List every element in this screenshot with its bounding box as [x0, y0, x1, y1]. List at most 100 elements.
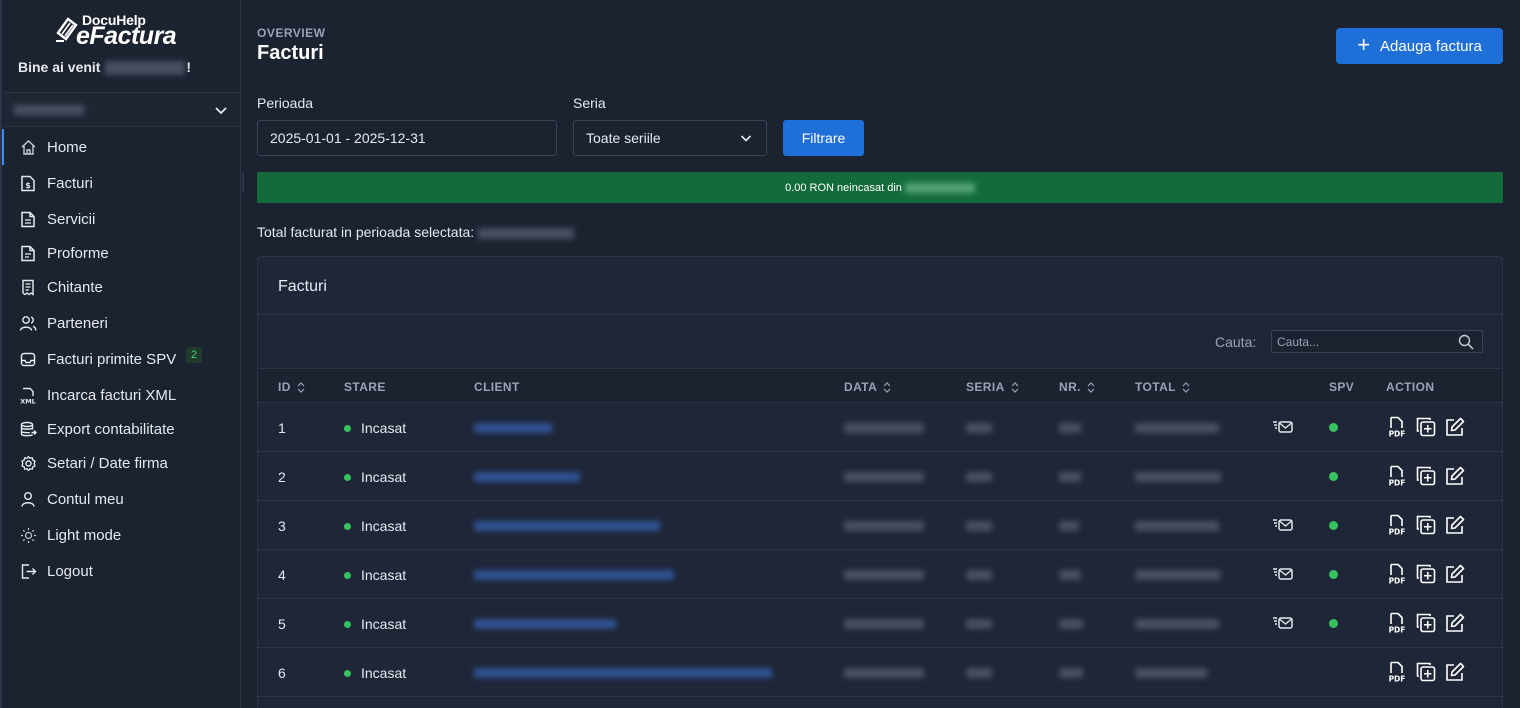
edit-icon[interactable] [1444, 661, 1466, 683]
edit-icon[interactable] [1444, 563, 1466, 585]
breadcrumb: OVERVIEW [257, 26, 326, 40]
client-link-redacted[interactable] [474, 570, 674, 580]
svg-text:PDF: PDF [1389, 577, 1406, 586]
column-label: SPV [1329, 380, 1355, 394]
logout-icon [19, 562, 37, 580]
column-action: ACTION [1386, 380, 1434, 394]
duplicate-icon[interactable] [1415, 612, 1437, 634]
sort-icon [1182, 381, 1190, 393]
svg-text:PDF: PDF [1389, 675, 1406, 684]
pdf-download-icon[interactable]: PDF [1387, 612, 1409, 635]
duplicate-icon[interactable] [1415, 465, 1437, 487]
column-id[interactable]: ID [278, 380, 305, 394]
column-total[interactable]: TOTAL [1135, 380, 1190, 394]
sidebar-item-facturi[interactable]: $ Facturi [2, 165, 244, 201]
period-input[interactable]: 2025-01-01 - 2025-12-31 [257, 120, 557, 156]
pdf-download-icon[interactable]: PDF [1387, 465, 1409, 488]
pdf-download-icon[interactable]: PDF [1387, 563, 1409, 586]
table-row: 2 Incasat PDF [258, 452, 1502, 501]
row-id: 6 [278, 665, 286, 681]
svg-text:$: $ [25, 181, 31, 190]
status-label: Incasat [361, 469, 407, 485]
date-redacted [844, 619, 924, 629]
series-select[interactable]: Toate seriile [573, 120, 767, 156]
card-title: Facturi [278, 278, 327, 295]
sidebar-item-chitante[interactable]: Chitante [2, 269, 241, 305]
date-redacted [844, 668, 924, 678]
row-status: Incasat [344, 518, 406, 534]
sidebar-item-setari[interactable]: Setari / Date firma [2, 445, 241, 481]
sidebar-item-facturi-primite-spv[interactable]: Facturi primite SPV 2 [2, 341, 241, 377]
edit-icon[interactable] [1444, 416, 1466, 438]
column-nr[interactable]: NR. [1059, 380, 1095, 394]
client-link-redacted[interactable] [474, 668, 772, 678]
sidebar-item-label: Light mode [47, 526, 122, 544]
client-link-redacted[interactable] [474, 423, 552, 433]
status-dot [344, 620, 351, 628]
edit-icon[interactable] [1444, 465, 1466, 487]
filter-button[interactable]: Filtrare [783, 120, 864, 156]
svg-text:PDF: PDF [1389, 479, 1406, 488]
column-label: ID [278, 380, 291, 394]
sidebar-item-proforme[interactable]: Proforme [2, 237, 241, 269]
edit-icon[interactable] [1444, 514, 1466, 536]
status-dot [344, 522, 351, 530]
sidebar-item-servicii[interactable]: Servicii [2, 201, 241, 237]
sidebar-item-label: Contul meu [47, 490, 124, 508]
sidebar-item-home[interactable]: Home [2, 129, 241, 165]
client-link-redacted[interactable] [474, 472, 580, 482]
duplicate-icon[interactable] [1415, 514, 1437, 536]
search-icon[interactable] [1458, 334, 1474, 350]
add-invoice-button[interactable]: + Adauga factura [1336, 28, 1503, 64]
sidebar-item-incarca-xml[interactable]: XML Incarca facturi XML [2, 377, 241, 413]
sort-icon [883, 381, 891, 393]
total-redacted [1135, 521, 1219, 531]
sidebar-item-light-mode[interactable]: Light mode [2, 517, 241, 553]
number-redacted [1059, 423, 1081, 433]
email-sent-icon[interactable] [1272, 419, 1294, 435]
duplicate-icon[interactable] [1415, 661, 1437, 683]
sidebar-item-contul-meu[interactable]: Contul meu [2, 481, 241, 517]
invoices-card: Facturi Cauta: ID STARE CLIENT DATA SERI… [257, 256, 1503, 708]
status-label: Incasat [361, 567, 407, 583]
edit-icon[interactable] [1444, 612, 1466, 634]
pdf-download-icon[interactable]: PDF [1387, 661, 1409, 684]
sidebar-item-logout[interactable]: Logout [2, 553, 241, 589]
pdf-download-icon[interactable]: PDF [1387, 416, 1409, 439]
row-status: Incasat [344, 567, 406, 583]
company-select[interactable] [4, 92, 240, 127]
pdf-download-icon[interactable]: PDF [1387, 514, 1409, 537]
table-row: 4 Incasat PDF [258, 550, 1502, 599]
column-label: NR. [1059, 380, 1081, 394]
card-header: Facturi [258, 257, 1502, 315]
sidebar-item-parteneri[interactable]: Parteneri [2, 305, 241, 341]
user-icon [19, 490, 37, 508]
users-icon [19, 314, 37, 332]
total-invoiced-redacted [478, 227, 575, 239]
email-sent-icon[interactable] [1272, 566, 1294, 582]
status-label: Incasat [361, 518, 407, 534]
email-sent-icon[interactable] [1272, 517, 1294, 533]
column-data[interactable]: DATA [844, 380, 891, 394]
period-label: Perioada [257, 95, 314, 111]
sidebar-item-export-contabilitate[interactable]: Export contabilitate [2, 413, 241, 445]
duplicate-icon[interactable] [1415, 416, 1437, 438]
status-label: Incasat [361, 616, 407, 632]
sidebar-item-label: Servicii [47, 210, 96, 228]
duplicate-icon[interactable] [1415, 563, 1437, 585]
svg-text:PDF: PDF [1389, 528, 1406, 537]
spv-status-dot [1329, 472, 1338, 481]
column-seria[interactable]: SERIA [966, 380, 1019, 394]
main-content: OVERVIEW Facturi + Adauga factura Perioa… [241, 0, 1520, 708]
date-redacted [844, 570, 924, 580]
search-box [1271, 330, 1483, 353]
search-input[interactable] [1272, 331, 1452, 352]
brand-logo[interactable]: DocuHelp eFactura [54, 12, 204, 50]
row-status: Incasat [344, 665, 406, 681]
plus-icon: + [1357, 32, 1371, 57]
email-sent-icon[interactable] [1272, 615, 1294, 631]
client-link-redacted[interactable] [474, 521, 660, 531]
client-link-redacted[interactable] [474, 619, 616, 629]
series-redacted [966, 472, 992, 482]
column-label: DATA [844, 380, 878, 394]
